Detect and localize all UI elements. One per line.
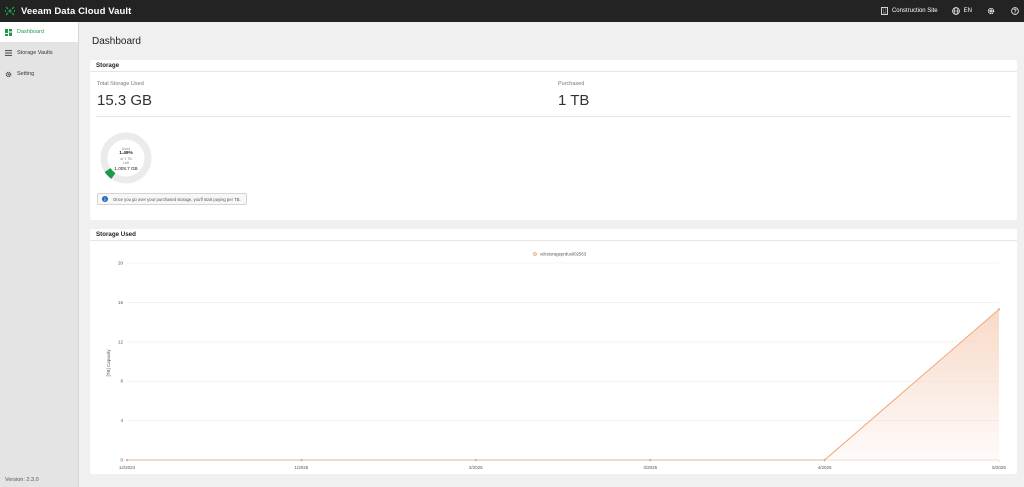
brand[interactable]: Veeam Data Cloud Vault <box>0 6 131 17</box>
sidebar-item-dashboard[interactable]: Dashboard <box>0 22 78 42</box>
donut-left-value: 1,008.7 GB <box>114 165 138 171</box>
info-icon: i <box>102 196 108 202</box>
main-content: Dashboard Storage Total Storage Used 15.… <box>79 22 1024 487</box>
sidebar-item-setting[interactable]: Setting <box>0 64 78 84</box>
donut-center-text: Used 1.49% of 1 TB Left 1,008.7 GB <box>98 147 154 171</box>
purchased-value: 1 TB <box>558 92 590 109</box>
organization-selector[interactable]: Construction Site <box>881 7 938 15</box>
top-bar: Veeam Data Cloud Vault Construction Site… <box>0 0 1024 22</box>
y-tick-label: 4 <box>120 418 123 423</box>
data-point <box>997 308 1001 311</box>
logo-icon <box>5 6 15 16</box>
x-tick-label: 5/2025 <box>992 465 1006 470</box>
total-storage-label: Total Storage Used <box>97 81 144 87</box>
sidebar: Dashboard Storage Vaults Setting Version… <box>0 22 79 487</box>
sidebar-item-label: Dashboard <box>17 29 44 35</box>
total-storage-metric: Total Storage Used 15.3 GB <box>97 81 152 109</box>
legend-label: vdcstorageprdus002563 <box>540 252 587 257</box>
version-label: Version: 2.3.0 <box>5 477 39 483</box>
y-axis-label: [TB] Capacity <box>106 349 111 377</box>
chart-legend[interactable]: vdcstorageprdus002563 <box>532 251 587 257</box>
dashboard-icon <box>5 28 12 36</box>
x-tick-label: 1/2025 <box>295 465 309 470</box>
y-tick-label: 20 <box>118 261 124 266</box>
storage-card: Storage Total Storage Used 15.3 GB Purch… <box>90 60 1017 220</box>
storage-used-chart: 0 4 8 12 16 20 12/2024 1/2025 2/2025 3/2025 4/2025… <box>106 251 1006 471</box>
storage-used-card: Storage Used 0 4 8 12 16 20 12/2024 1/2025 2/202… <box>90 229 1017 474</box>
purchased-label: Purchased <box>558 81 585 87</box>
list-icon <box>5 50 12 56</box>
chart-area-layer <box>125 308 1001 462</box>
total-storage-value: 15.3 GB <box>97 92 153 109</box>
sidebar-item-label: Setting <box>17 71 35 77</box>
building-icon <box>881 7 888 15</box>
series-area <box>127 309 999 460</box>
settings-button[interactable] <box>986 6 996 16</box>
y-tick-label: 8 <box>120 379 123 384</box>
storage-card-header: Storage <box>90 60 1017 72</box>
help-icon <box>1011 7 1019 15</box>
sidebar-item-storage-vaults[interactable]: Storage Vaults <box>0 43 78 63</box>
y-tick-label: 0 <box>120 458 123 463</box>
y-tick-label: 12 <box>118 339 124 344</box>
divider <box>96 116 1011 117</box>
overage-note: i Once you go over your purchased storag… <box>97 193 247 205</box>
storage-used-card-header: Storage Used <box>90 229 1017 241</box>
purchased-metric: Purchased 1 TB <box>558 81 589 109</box>
overage-note-text: Once you go over your purchased storage,… <box>113 196 241 202</box>
gear-icon <box>5 71 12 77</box>
help-button[interactable] <box>1010 6 1020 16</box>
page-title: Dashboard <box>92 36 141 47</box>
gear-icon <box>987 7 995 15</box>
app-title: Veeam Data Cloud Vault <box>21 5 132 17</box>
globe-icon <box>951 7 960 15</box>
x-tick-label: 12/2024 <box>119 465 136 470</box>
language-selector[interactable]: EN <box>951 7 972 15</box>
language-label: EN <box>963 8 972 14</box>
organization-name: Construction Site <box>891 8 938 14</box>
x-tick-label: 2/2025 <box>469 465 483 470</box>
legend-marker <box>532 251 538 257</box>
y-tick-label: 16 <box>118 300 124 305</box>
sidebar-item-label: Storage Vaults <box>17 50 53 56</box>
x-tick-label: 3/2025 <box>643 465 657 470</box>
x-tick-label: 4/2025 <box>818 465 832 470</box>
